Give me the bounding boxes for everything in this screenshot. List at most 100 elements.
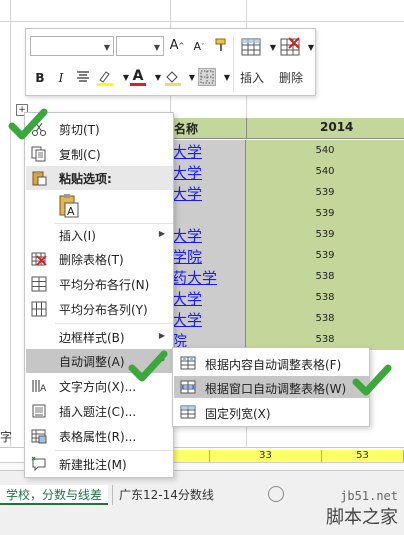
school-name-link[interactable]: 大学 [172, 225, 202, 246]
center-align-icon[interactable] [74, 69, 92, 87]
table-cell-name[interactable]: 大学 [170, 308, 246, 329]
distribute-columns-icon [31, 301, 47, 317]
menu-divider [55, 323, 173, 324]
menu-item-copy[interactable]: 复制(C) [26, 142, 173, 166]
mini-toolbar: ▼ ▼ A^ Aˇ B I ▼ A ▼ ▼ ▼ ▼ 插入 ▼ 删除 [25, 28, 316, 96]
table-row: 大学 538 [170, 287, 404, 308]
sheet-tab-active[interactable]: 学校，分数与线差 [0, 485, 109, 505]
shrink-font-icon[interactable]: Aˇ [190, 38, 208, 56]
menu-item-label: 插入题注(C)... [59, 405, 137, 419]
table-cell-value[interactable]: 539 [246, 245, 404, 266]
school-name-link[interactable]: 大学 [172, 141, 202, 162]
table-row: 大学 539 [170, 224, 404, 245]
shading-icon[interactable] [164, 69, 182, 87]
fixed-column-width-icon [180, 404, 196, 420]
copy-icon [31, 146, 47, 162]
table-cell-value[interactable]: 539 [246, 224, 404, 245]
table-cell-name[interactable] [170, 203, 246, 224]
insert-label[interactable]: 插入 [240, 69, 264, 86]
autofit-window-icon [180, 379, 196, 395]
menu-item-border-style[interactable]: 边框样式(B) ▶ [26, 325, 173, 349]
table-cell-name[interactable]: 大学 [170, 224, 246, 245]
bold-button[interactable]: B [31, 69, 49, 87]
yellow-cell: 53 [322, 450, 404, 462]
table-cell-value[interactable]: 540 [246, 140, 404, 161]
menu-item-distribute-rows[interactable]: 平均分布各行(N) [26, 272, 173, 296]
table-cell-value[interactable]: 539 [246, 203, 404, 224]
borders-icon[interactable] [198, 68, 216, 86]
table-cell-name[interactable]: 大学 [170, 140, 246, 161]
school-name-link[interactable]: 大学 [172, 288, 202, 309]
svg-text:A: A [67, 205, 75, 218]
font-color-icon[interactable]: A [129, 67, 147, 86]
school-name-link[interactable]: 大学 [172, 309, 202, 330]
gridline [0, 21, 404, 22]
menu-item-label: 新建批注(M) [59, 458, 127, 472]
menu-item-cut[interactable]: 剪切(T) [26, 117, 173, 141]
watermark-url: jb51.net [340, 489, 398, 503]
menu-item-label: 粘贴选项: [59, 172, 112, 186]
delete-label[interactable]: 删除 [279, 69, 303, 86]
table-cell-name[interactable]: 药大学 [170, 266, 246, 287]
school-name-link[interactable]: 药大学 [172, 267, 217, 288]
chevron-down-icon[interactable]: ▼ [302, 39, 320, 57]
menu-item-label: 平均分布各列(Y) [59, 303, 148, 317]
menu-item-label: 剪切(T) [59, 123, 100, 137]
table-cell-value[interactable]: 539 [246, 182, 404, 203]
school-name-link[interactable]: 学院 [172, 246, 202, 267]
submenu-item-autofit-window[interactable]: 根据窗口自动调整表格(W) [174, 376, 369, 398]
table-cell-name[interactable]: 大学 [170, 182, 246, 203]
svg-text:A: A [40, 384, 47, 394]
chevron-down-icon: ▼ [153, 43, 160, 52]
insert-caption-icon [31, 403, 47, 419]
checkmark-icon [128, 350, 168, 382]
table-row: 大学 540 [170, 161, 404, 182]
menu-item-distribute-columns[interactable]: 平均分布各列(Y) [26, 297, 173, 321]
yellow-cell-value: 53 [356, 450, 369, 461]
table-cell-name[interactable]: 大学 [170, 287, 246, 308]
table-row: 药大学 538 [170, 266, 404, 287]
table-cell-value[interactable]: 538 [246, 308, 404, 329]
header-name-cell: 名称 [174, 122, 199, 136]
font-size-combo[interactable]: ▼ [116, 36, 164, 56]
table-row: 学院 539 [170, 245, 404, 266]
menu-item-delete-table[interactable]: 删除表格(T) [26, 247, 173, 271]
delete-table-icon[interactable] [279, 35, 303, 59]
add-sheet-icon[interactable] [268, 486, 284, 502]
table-cell-name[interactable]: 学院 [170, 245, 246, 266]
submenu-item-label: 根据窗口自动调整表格(W) [205, 382, 347, 396]
submenu-item-autofit-contents[interactable]: 根据内容自动调整表格(F) [174, 352, 369, 374]
new-comment-icon [31, 456, 47, 472]
sheet-tabs-bar: 学校，分数与线差 广东12-14分数线 jb51.net 脚本之家 [0, 470, 404, 535]
sheet-tab[interactable]: 广东12-14分数线 [112, 485, 220, 505]
watermark-name: 脚本之家 [326, 507, 398, 528]
paste-keep-text-only-icon[interactable]: A [58, 193, 80, 219]
menu-item-label: 插入(I) [59, 229, 96, 243]
insert-table-icon[interactable] [240, 35, 264, 59]
font-name-combo[interactable]: ▼ [30, 36, 114, 56]
table-cell-value[interactable]: 540 [246, 161, 404, 182]
delete-table-icon [31, 251, 47, 267]
table-header-row: 名称 2014 [170, 118, 404, 139]
menu-item-insert-caption[interactable]: 插入题注(C)... [26, 399, 173, 423]
table-cell-value[interactable]: 538 [246, 266, 404, 287]
highlight-icon[interactable] [96, 69, 114, 87]
menu-item-insert[interactable]: 插入(I) ▶ [26, 223, 173, 247]
submenu-arrow-icon: ▶ [158, 331, 165, 340]
submenu-item-fixed-column-width[interactable]: 固定列宽(X) [174, 401, 369, 423]
table-cell-value[interactable]: 538 [246, 287, 404, 308]
text-direction-icon: A [31, 378, 47, 394]
menu-item-new-comment[interactable]: 新建批注(M) [26, 452, 173, 476]
menu-item-table-properties[interactable]: 表格属性(R)... [26, 424, 173, 448]
italic-button[interactable]: I [52, 69, 70, 87]
yellow-cell: 33 [210, 450, 322, 462]
menu-item-label: 文字方向(X)... [59, 380, 137, 394]
table-cell-name[interactable]: 大学 [170, 161, 246, 182]
format-painter-icon[interactable] [212, 37, 230, 55]
school-name-link[interactable]: 大学 [172, 183, 202, 204]
table-row: 大学 538 [170, 308, 404, 329]
school-name-link[interactable]: 大学 [172, 162, 202, 183]
chevron-down-icon: ▼ [103, 43, 110, 52]
gridline [10, 0, 11, 448]
grow-font-icon[interactable]: A^ [168, 37, 186, 55]
